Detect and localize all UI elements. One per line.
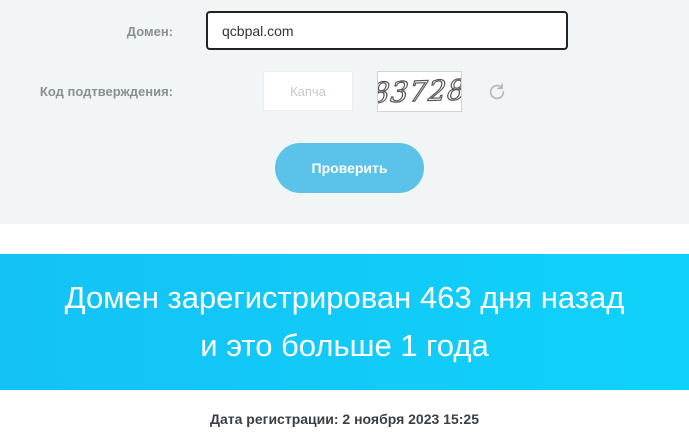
result-line-1: Домен зарегистрирован 463 дня назад bbox=[64, 280, 625, 315]
registration-date: Дата регистрации: 2 ноября 2023 15:25 bbox=[209, 411, 479, 427]
captcha-code: 83728 bbox=[377, 73, 462, 110]
domain-label: Домен: bbox=[126, 24, 173, 39]
domain-check-form: Домен: Код подтверждения: 83728 Проверит… bbox=[0, 0, 689, 224]
result-line-2: и это больше 1 года bbox=[200, 328, 489, 363]
domain-input[interactable] bbox=[206, 11, 568, 50]
result-banner: Домен зарегистрирован 463 дня назад и эт… bbox=[0, 254, 689, 390]
captcha-image: 83728 bbox=[377, 71, 462, 112]
captcha-label: Код подтверждения: bbox=[39, 84, 173, 99]
captcha-input[interactable] bbox=[263, 71, 353, 111]
refresh-icon[interactable] bbox=[486, 81, 508, 103]
check-button[interactable]: Проверить bbox=[275, 143, 424, 193]
